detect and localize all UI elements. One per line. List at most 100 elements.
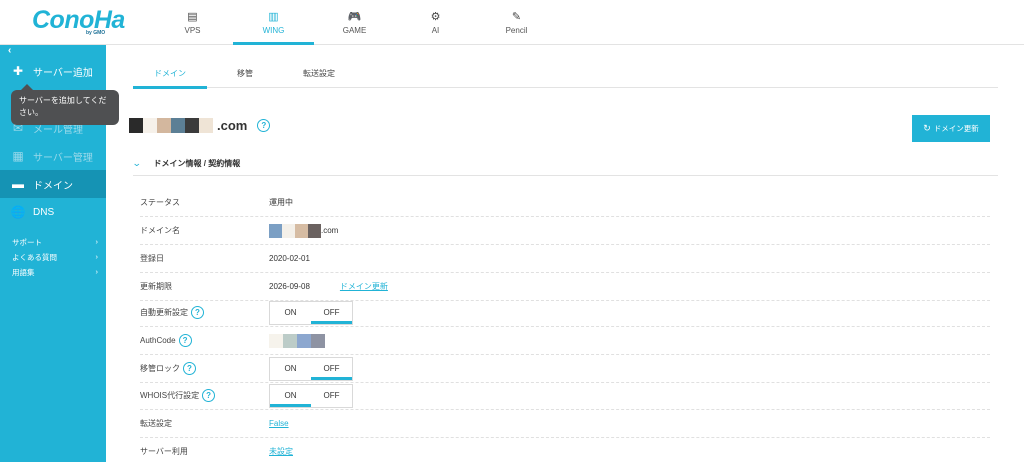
tab-forwarding[interactable]: 転送設定 [299,59,339,88]
status-value: 運用中 [269,198,293,207]
sidebar-item-dns[interactable]: 🌐 DNS [0,198,106,226]
row-domain-name: ドメイン名 .com [140,217,990,245]
row-forwarding: 転送設定 False [140,410,990,438]
server-usage-value: 未設定 [269,446,293,457]
renew-domain-link[interactable]: ドメイン更新 [340,281,388,292]
help-icon[interactable]: ? [202,389,216,402]
domain-tabs: ドメイン 移管 転送設定 [133,59,998,89]
section-title: ドメイン情報 / 契約情報 [153,159,241,168]
redacted-block [269,223,282,238]
chevron-right-icon: › [95,267,99,276]
renew-domain-label: ドメイン更新 [933,124,979,133]
forwarding-label: 転送設定 [140,419,172,428]
domain-title: .com ? [129,116,271,134]
whois-label: WHOIS代行設定 ? [140,389,269,402]
sidebar-item-label: ドメイン [33,180,73,192]
redacted-block [185,117,199,133]
topnav-label: WING [262,26,285,35]
server-usage-label: サーバー利用 [140,446,188,456]
refresh-icon: ↻ [923,123,931,133]
server-management-icon: ▦ [12,149,24,163]
sidebar-item-server-management[interactable]: ▦ サーバー管理 [0,142,106,170]
row-transfer-lock: 移管ロック ? ON OFF [140,355,990,383]
sidebar-item-add-server[interactable]: ✚ サーバー追加 [0,57,106,85]
topnav-label: Pencil [505,26,528,35]
authcode-value [269,333,325,348]
redacted-block [308,223,321,238]
redacted-block [311,333,325,348]
whois-label-text: WHOIS代行設定 [140,391,200,400]
expires-label: 更新期限 [140,282,172,291]
redacted-block [269,333,283,348]
top-navigation: ▤ VPS ▥ WING 🎮 GAME ⚙ AI ✎ Pencil [152,0,557,45]
globe-icon: 🌐 [10,205,26,219]
topnav-vps[interactable]: ▤ VPS [152,0,233,45]
domain-name-value: .com [269,223,339,238]
domain-icon: ▬ [12,177,24,191]
transfer-lock-on[interactable]: ON [270,358,311,380]
redacted-block [297,333,311,348]
tab-domain[interactable]: ドメイン [133,59,207,89]
whois-on[interactable]: ON [270,385,311,407]
whois-toggle: ON OFF [269,383,353,408]
sidebar-link-support[interactable]: サポート › [12,237,98,248]
collapse-sidebar-icon[interactable]: ‹ [8,45,11,56]
redacted-block [282,223,295,238]
row-expires: 更新期限 2026-09-08 ドメイン更新 [140,273,990,301]
forwarding-link[interactable]: False [269,419,289,428]
auto-renew-label: 自動更新設定 ? [140,306,269,319]
redacted-block [283,333,297,348]
gamepad-icon: 🎮 [347,11,362,23]
row-server-usage: サーバー利用 未設定 [140,437,990,462]
renew-domain-button[interactable]: ↻ ドメイン更新 [912,115,990,142]
sidebar-item-label: DNS [33,206,55,218]
chevron-right-icon: › [95,252,99,261]
redacted-block [143,117,157,133]
status-label: ステータス [140,198,180,207]
domain-info-section-header[interactable]: ⌄ ドメイン情報 / 契約情報 [131,152,998,176]
chevron-right-icon: › [95,237,99,246]
plus-icon: ✚ [12,64,24,78]
topnav-wing[interactable]: ▥ WING [233,0,314,45]
topnav-pencil[interactable]: ✎ Pencil [476,0,557,45]
domain-suffix: .com [217,117,248,133]
add-server-tooltip: サーバーを追加してください。 [11,84,119,125]
sidebar-item-label: サーバー管理 [33,152,93,164]
sidebar-item-domain[interactable]: ▬ ドメイン [0,170,106,198]
row-auto-renew: 自動更新設定 ? ON OFF [140,299,990,327]
forwarding-value: False [269,419,289,428]
topnav-game[interactable]: 🎮 GAME [314,0,395,45]
sidebar-link-glossary[interactable]: 用語集 › [12,267,98,278]
help-icon[interactable]: ? [191,306,204,319]
auto-renew-label-text: 自動更新設定 [140,308,188,317]
chevron-down-icon: ⌄ [131,158,142,169]
sidebar-link-label: 用語集 [12,268,35,277]
server-usage-link[interactable]: 未設定 [269,446,293,457]
domain-name-suffix: .com [321,226,339,235]
row-status: ステータス 運用中 [140,189,990,217]
help-icon[interactable]: ? [178,334,192,347]
top-header: ConoHa by GMO ▤ VPS ▥ WING 🎮 GAME ⚙ AI ✎… [0,0,1024,45]
expires-date: 2026-09-08 [269,282,310,291]
whois-off[interactable]: OFF [311,385,352,407]
auto-renew-off[interactable]: OFF [311,302,352,324]
auto-renew-toggle: ON OFF [269,300,353,325]
help-icon[interactable]: ? [183,362,196,375]
transfer-lock-off[interactable]: OFF [311,358,352,380]
sidebar-link-faq[interactable]: よくある質問 › [12,252,98,263]
auto-renew-on[interactable]: ON [270,302,311,324]
help-icon[interactable]: ? [257,118,271,132]
tab-transfer[interactable]: 移管 [227,59,263,88]
sidebar-link-label: よくある質問 [12,253,57,262]
topnav-ai[interactable]: ⚙ AI [395,0,476,45]
transfer-lock-label: 移管ロック ? [140,362,269,375]
registered-label: 登録日 [140,254,164,263]
server-icon: ▤ [187,11,198,23]
ai-icon: ⚙ [430,11,441,23]
sidebar-item-label: サーバー追加 [33,67,93,79]
redacted-block [199,117,213,133]
logo-subtitle: by GMO [86,30,106,36]
conoha-logo[interactable]: ConoHa [32,6,125,35]
redacted-block [129,117,143,133]
authcode-label: AuthCode ? [140,334,269,347]
